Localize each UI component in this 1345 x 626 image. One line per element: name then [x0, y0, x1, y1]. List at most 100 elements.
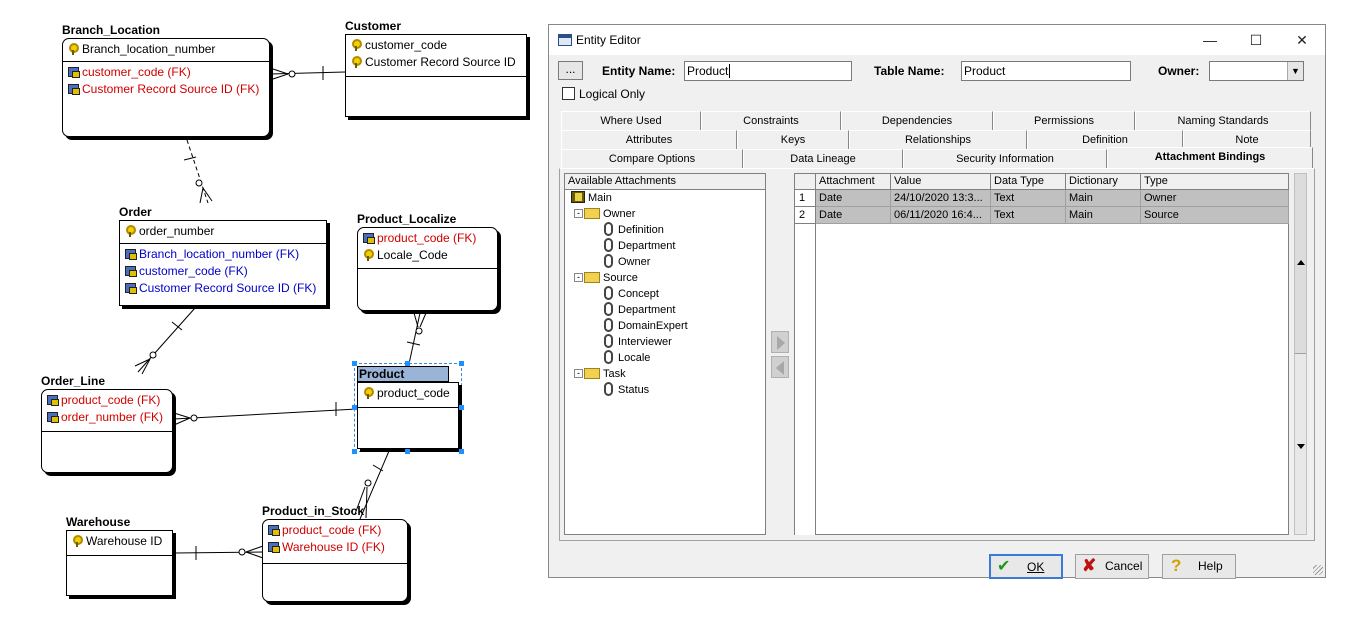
paperclip-icon — [604, 254, 613, 268]
collapse-icon[interactable]: - — [574, 369, 583, 378]
key-icon — [72, 535, 84, 547]
tab-security-information[interactable]: Security Information — [903, 149, 1107, 168]
logical-only-checkbox[interactable] — [562, 87, 575, 100]
cancel-button[interactable]: ✘ Cancel — [1075, 554, 1149, 579]
foreign-key-icon — [125, 265, 137, 277]
pk-row: order_number — [125, 223, 321, 240]
title-bar[interactable]: Entity Editor — ☐ ✕ — [549, 25, 1325, 55]
entity-title-order: Order — [119, 205, 152, 219]
entity-name-input[interactable]: Product — [684, 61, 852, 81]
entity-product-localize[interactable]: product_code (FK) Locale_Code — [357, 227, 498, 311]
key-icon — [125, 225, 137, 237]
tree-node-source-concept[interactable]: Concept — [604, 286, 659, 302]
tab-where-used[interactable]: Where Used — [561, 111, 701, 130]
grid-row-number[interactable]: 2 — [795, 207, 816, 224]
tree-node-owner-definition[interactable]: Definition — [604, 222, 664, 238]
grid-scrollbar[interactable] — [1294, 173, 1307, 535]
bind-attachment-button[interactable] — [771, 331, 789, 353]
tab-relationships[interactable]: Relationships — [849, 130, 1027, 149]
grid-header-attachment[interactable]: Attachment — [816, 174, 891, 190]
grid-cell-data-type[interactable]: Text — [991, 207, 1066, 224]
window-title: Entity Editor — [576, 33, 641, 47]
tree-node-main[interactable]: Main — [571, 190, 612, 206]
foreign-key-icon — [47, 411, 59, 423]
rel-orderline-product — [173, 408, 358, 420]
tree-node-source-locale[interactable]: Locale — [604, 350, 650, 366]
minimize-icon[interactable]: — — [1187, 25, 1233, 55]
ellipsis-button[interactable]: ... — [558, 61, 583, 80]
grid-cell-value[interactable]: 06/11/2020 16:4... — [891, 207, 991, 224]
key-icon — [363, 249, 375, 261]
tree-node-task[interactable]: - Task — [574, 366, 626, 382]
tab-keys[interactable]: Keys — [737, 130, 849, 149]
grid-cell-dictionary[interactable]: Main — [1066, 207, 1141, 224]
collapse-icon[interactable]: - — [574, 209, 583, 218]
tree-node-source[interactable]: - Source — [574, 270, 638, 286]
pk-row: Branch_location_number — [68, 41, 264, 58]
grid-cell-type[interactable]: Source — [1141, 207, 1289, 224]
table-name-input[interactable]: Product — [961, 61, 1131, 81]
paperclip-icon — [604, 238, 613, 252]
cancel-x-icon: ✘ — [1082, 556, 1097, 575]
tab-constraints[interactable]: Constraints — [701, 111, 841, 130]
grid-header-type[interactable]: Type — [1141, 174, 1289, 190]
fk-row: order_number (FK) — [47, 409, 167, 426]
tab-data-lineage[interactable]: Data Lineage — [743, 149, 903, 168]
close-icon[interactable]: ✕ — [1279, 25, 1325, 55]
entity-product-in-stock[interactable]: product_code (FK) Warehouse ID (FK) — [262, 519, 408, 602]
scroll-down-icon[interactable] — [1297, 444, 1305, 449]
rel-branch-customer — [269, 71, 346, 75]
tab-attachment-bindings[interactable]: Attachment Bindings — [1107, 147, 1313, 168]
entity-title-customer: Customer — [345, 19, 402, 33]
tab-attributes[interactable]: Attributes — [561, 130, 737, 149]
grid-cell-attachment[interactable]: Date — [816, 190, 891, 207]
entity-title-branch-location: Branch_Location — [62, 23, 161, 37]
paperclip-icon — [604, 350, 613, 364]
entity-order[interactable]: order_number Branch_location_number (FK)… — [119, 220, 327, 306]
tab-naming-standards[interactable]: Naming Standards — [1135, 111, 1311, 130]
grid-header-value[interactable]: Value — [891, 174, 991, 190]
table-name-label: Table Name: — [874, 64, 945, 78]
grid-cell-value[interactable]: 24/10/2020 13:3... — [891, 190, 991, 207]
unbind-attachment-button[interactable] — [771, 356, 789, 378]
tab-permissions[interactable]: Permissions — [993, 111, 1135, 130]
tree-node-owner-owner[interactable]: Owner — [604, 254, 650, 270]
key-icon — [363, 387, 375, 399]
tree-node-task-status[interactable]: Status — [604, 382, 649, 398]
tab-compare-options[interactable]: Compare Options — [561, 149, 743, 168]
maximize-icon[interactable]: ☐ — [1233, 25, 1279, 55]
grid-row-number[interactable]: 1 — [795, 190, 816, 207]
grid-header-data-type[interactable]: Data Type — [991, 174, 1066, 190]
entity-title-warehouse: Warehouse — [66, 515, 131, 529]
collapse-icon[interactable]: - — [574, 273, 583, 282]
grid-header-dictionary[interactable]: Dictionary — [1066, 174, 1141, 190]
checkmark-icon: ✔ — [997, 558, 1011, 575]
available-attachments-tree[interactable]: Available Attachments Main - Owner Defini… — [564, 173, 766, 535]
tree-node-source-domainexpert[interactable]: DomainExpert — [604, 318, 688, 334]
attachment-bindings-grid[interactable]: Attachment Value Data Type Dictionary Ty… — [794, 173, 1289, 535]
fk-row: product_code (FK) — [268, 522, 402, 539]
paperclip-icon — [604, 334, 613, 348]
entity-warehouse[interactable]: Warehouse ID — [66, 530, 173, 596]
paperclip-icon — [604, 382, 613, 396]
help-button[interactable]: ? Help — [1162, 554, 1236, 579]
grid-cell-dictionary[interactable]: Main — [1066, 190, 1141, 207]
entity-product[interactable]: product_code — [357, 382, 459, 449]
tree-node-source-department[interactable]: Department — [604, 302, 675, 318]
grid-cell-type[interactable]: Owner — [1141, 190, 1289, 207]
ok-button[interactable]: ✔ OK — [989, 554, 1063, 579]
entity-branch-location[interactable]: Branch_location_number customer_code (FK… — [62, 38, 270, 137]
entity-order-line[interactable]: product_code (FK) order_number (FK) — [41, 389, 173, 473]
chevron-down-icon[interactable]: ▼ — [1287, 62, 1303, 80]
tree-node-owner[interactable]: - Owner — [574, 206, 635, 222]
grid-cell-attachment[interactable]: Date — [816, 207, 891, 224]
resize-grip-icon[interactable] — [1313, 565, 1323, 575]
tab-dependencies[interactable]: Dependencies — [841, 111, 993, 130]
entity-customer[interactable]: customer_code Customer Record Source ID — [345, 34, 527, 117]
scroll-up-icon[interactable] — [1297, 260, 1305, 265]
tree-node-owner-department[interactable]: Department — [604, 238, 675, 254]
foreign-key-icon — [125, 248, 137, 260]
grid-cell-data-type[interactable]: Text — [991, 190, 1066, 207]
tree-node-source-interviewer[interactable]: Interviewer — [604, 334, 672, 350]
owner-select[interactable]: ▼ — [1209, 61, 1304, 81]
